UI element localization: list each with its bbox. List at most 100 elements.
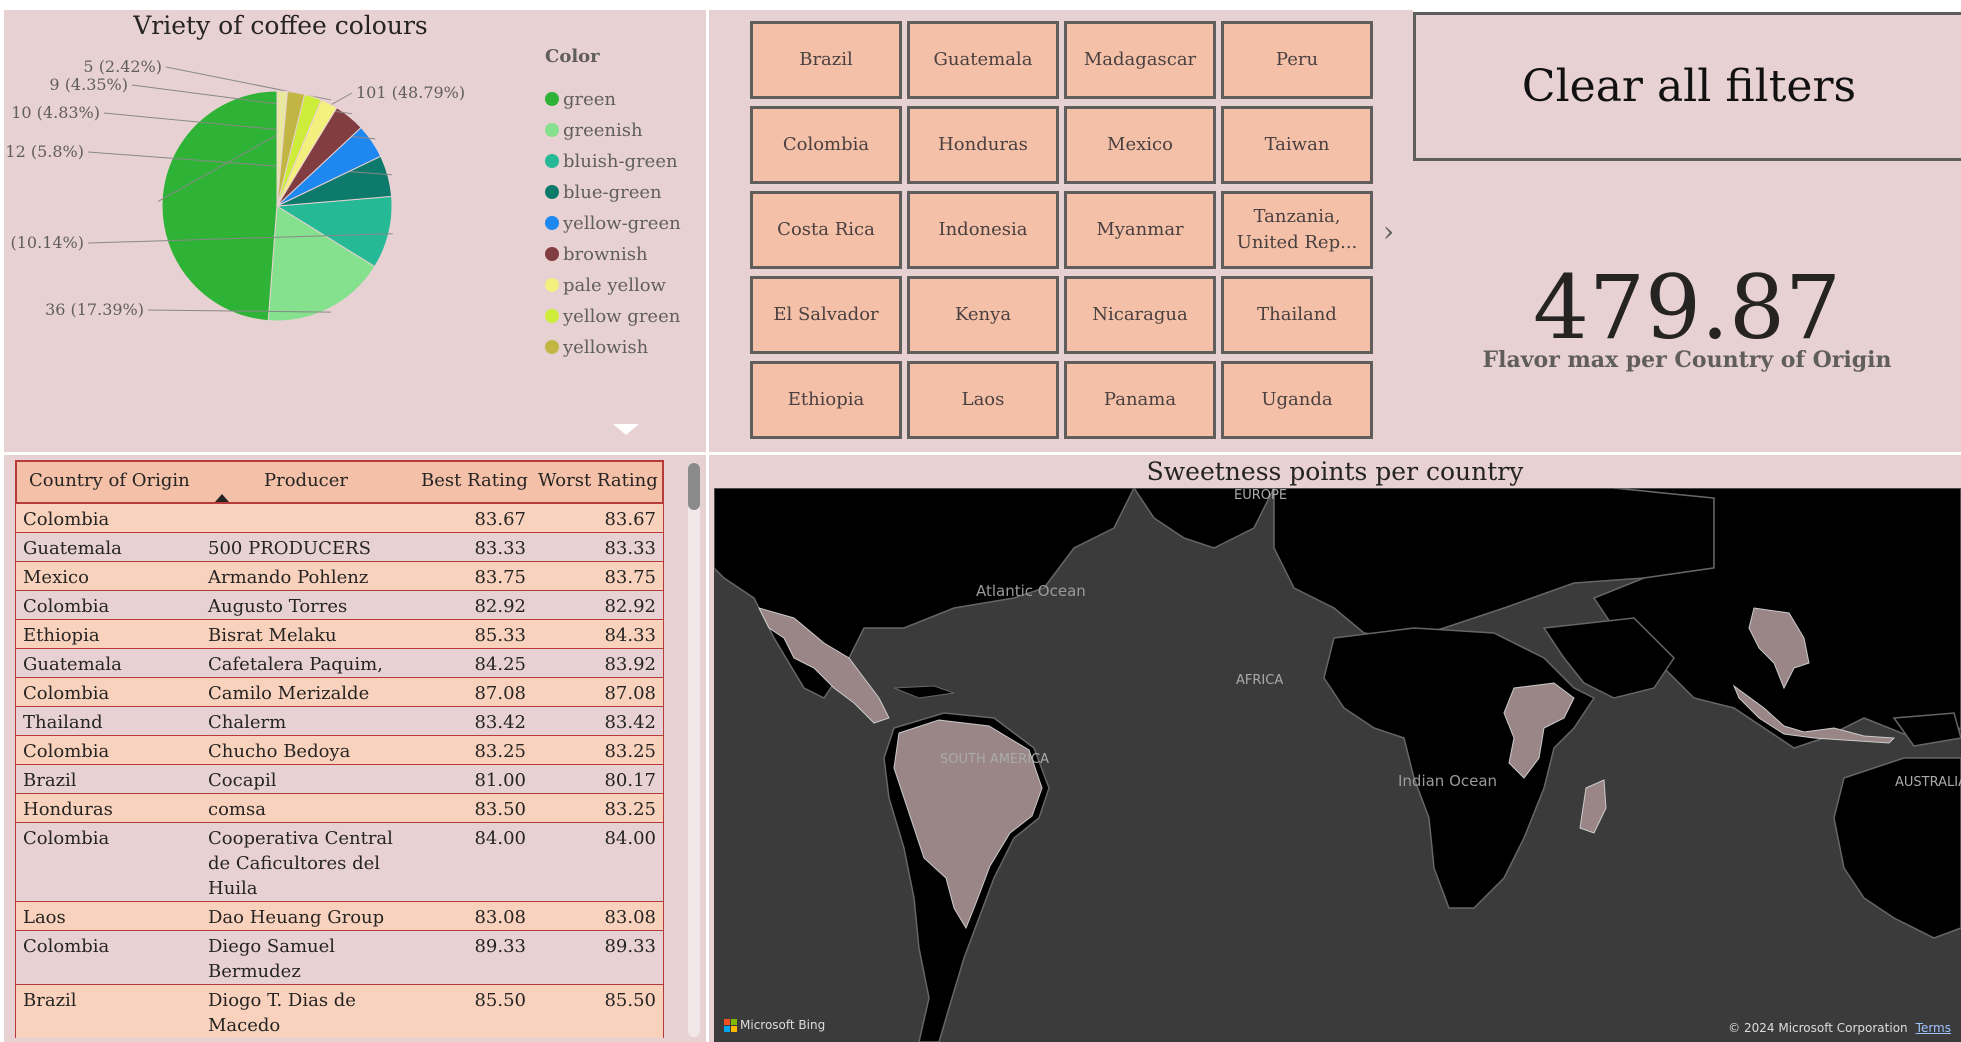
terms-link[interactable]: Terms xyxy=(1916,1021,1951,1035)
cell-best: 82.92 xyxy=(474,596,526,617)
pie-slice-green[interactable] xyxy=(161,90,278,322)
cell-country: Colombia xyxy=(23,596,110,617)
table-row[interactable]: Colombia Cooperativa Central de Caficulto… xyxy=(15,823,664,902)
slicer-item-kenya[interactable]: Kenya xyxy=(907,276,1059,354)
legend-dot-icon xyxy=(545,123,559,137)
clear-all-filters-button[interactable]: Clear all filters xyxy=(1413,12,1961,161)
slicer-item-costa-rica[interactable]: Costa Rica xyxy=(750,191,902,269)
legend-label: yellowish xyxy=(563,336,649,358)
cell-country: Brazil xyxy=(23,770,77,791)
table-row[interactable]: Thailand Chalerm 83.42 83.42 xyxy=(15,707,664,736)
ratings-table-panel: Country of Origin Producer Best Rating W… xyxy=(4,455,706,1042)
cell-worst: 83.75 xyxy=(604,567,656,588)
slicer-item-honduras[interactable]: Honduras xyxy=(907,106,1059,184)
slicer-item-nicaragua[interactable]: Nicaragua xyxy=(1064,276,1216,354)
legend-item[interactable]: blue-green xyxy=(545,177,662,207)
map-title: Sweetness points per country xyxy=(1146,457,1524,486)
cell-best: 89.33 xyxy=(474,936,526,957)
cell-best: 83.08 xyxy=(474,907,526,928)
table-row[interactable]: Colombia Augusto Torres 82.92 82.92 xyxy=(15,591,664,620)
cell-best: 83.67 xyxy=(474,509,526,530)
legend-item[interactable]: bluish-green xyxy=(545,146,678,176)
slicer-item-brazil[interactable]: Brazil xyxy=(750,21,902,99)
chevron-right-icon[interactable]: › xyxy=(1383,215,1394,248)
table-row[interactable]: Guatemala 500 PRODUCERS 83.33 83.33 xyxy=(15,533,664,562)
header-producer[interactable]: Producer xyxy=(264,470,348,491)
cell-producer: 500 PRODUCERS xyxy=(208,538,371,559)
table-row[interactable]: Colombia Chucho Bedoya 83.25 83.25 xyxy=(15,736,664,765)
table-row[interactable]: Mexico Armando Pohlenz 83.75 83.75 xyxy=(15,562,664,591)
cell-producer: Chucho Bedoya xyxy=(208,741,351,762)
slicer-item-peru[interactable]: Peru xyxy=(1221,21,1373,99)
legend-title: Color xyxy=(545,46,600,67)
slicer-item-guatemala[interactable]: Guatemala xyxy=(907,21,1059,99)
cell-worst: 87.08 xyxy=(604,683,656,704)
pie-data-label: 5 (2.42%) xyxy=(83,57,162,76)
table-scrollbar-thumb[interactable] xyxy=(688,463,700,510)
legend-item[interactable]: green xyxy=(545,84,616,114)
cell-best: 83.75 xyxy=(474,567,526,588)
pie-data-label: 12 (5.8%) xyxy=(5,142,84,161)
slicer-item-tanzania-united-rep-[interactable]: Tanzania, United Rep... xyxy=(1221,191,1373,269)
sort-ascending-icon[interactable] xyxy=(215,494,229,502)
slicer-item-mexico[interactable]: Mexico xyxy=(1064,106,1216,184)
map-panel: Sweetness points per country EUROPE Atla… xyxy=(709,455,1961,1042)
table-row[interactable]: Colombia Camilo Merizalde 87.08 87.08 xyxy=(15,678,664,707)
ratings-table: Country of Origin Producer Best Rating W… xyxy=(15,460,664,1038)
table-row[interactable]: Brazil Cocapil 81.00 80.17 xyxy=(15,765,664,794)
cell-country: Brazil xyxy=(23,990,77,1011)
table-row[interactable]: Laos Dao Heuang Group 83.08 83.08 xyxy=(15,902,664,931)
slicer-item-ethiopia[interactable]: Ethiopia xyxy=(750,361,902,439)
legend-dot-icon xyxy=(545,216,559,230)
pie-chart[interactable]: 101 (48.79%) 36 (17.39%) 21 (10.14%) 12 (5.… xyxy=(4,40,544,450)
slicer-item-laos[interactable]: Laos xyxy=(907,361,1059,439)
slicer-item-panama[interactable]: Panama xyxy=(1064,361,1216,439)
table-row[interactable]: Ethiopia Bisrat Melaku 85.33 84.33 xyxy=(15,620,664,649)
legend-item[interactable]: yellowish xyxy=(545,332,648,362)
kpi-card: 479.87 Flavor max per Country of Origin xyxy=(1413,161,1961,452)
slicer-item-indonesia[interactable]: Indonesia xyxy=(907,191,1059,269)
bing-label: Microsoft Bing xyxy=(740,1018,826,1032)
sweetness-map[interactable]: EUROPE Atlantic Ocean AFRICA SOUTH AMERI… xyxy=(714,488,1961,1042)
cell-best: 84.25 xyxy=(474,654,526,675)
country-slicer: Brazil Guatemala Madagascar Peru Colombia Hon… xyxy=(709,10,1413,452)
slicer-item-uganda[interactable]: Uganda xyxy=(1221,361,1373,439)
legend-label: greenish xyxy=(563,119,643,141)
cell-worst: 89.33 xyxy=(604,936,656,957)
slicer-item-el-salvador[interactable]: El Salvador xyxy=(750,276,902,354)
cell-worst: 83.67 xyxy=(604,509,656,530)
table-row[interactable]: Brazil Diogo T. Dias de Macedo 85.50 85.50 xyxy=(15,985,664,1038)
cell-best: 83.25 xyxy=(474,741,526,762)
header-country[interactable]: Country of Origin xyxy=(29,470,190,491)
legend-item[interactable]: yellow green xyxy=(545,301,680,331)
kpi-label: Flavor max per Country of Origin xyxy=(1482,347,1892,373)
table-row[interactable]: Colombia Diego Samuel Bermudez 89.33 89.33 xyxy=(15,931,664,985)
slicer-item-thailand[interactable]: Thailand xyxy=(1221,276,1373,354)
slicer-item-colombia[interactable]: Colombia xyxy=(750,106,902,184)
pie-data-label: 21 (10.14%) xyxy=(4,233,84,252)
table-scrollbar[interactable] xyxy=(688,463,700,1037)
slicer-item-madagascar[interactable]: Madagascar xyxy=(1064,21,1216,99)
header-worst-rating[interactable]: Worst Rating xyxy=(538,470,658,491)
legend-item[interactable]: brownish xyxy=(545,239,648,269)
legend-item[interactable]: greenish xyxy=(545,115,643,145)
slicer-item-myanmar[interactable]: Myanmar xyxy=(1064,191,1216,269)
cell-country: Guatemala xyxy=(23,654,122,675)
pie-data-label: 9 (4.35%) xyxy=(49,75,128,94)
cell-best: 85.50 xyxy=(474,990,526,1011)
table-row[interactable]: Honduras comsa 83.50 83.25 xyxy=(15,794,664,823)
header-best-rating[interactable]: Best Rating xyxy=(421,470,528,491)
legend-item[interactable]: pale yellow xyxy=(545,270,666,300)
legend-label: yellow green xyxy=(563,305,681,327)
cell-worst: 83.25 xyxy=(604,799,656,820)
legend-item[interactable]: yellow-green xyxy=(545,208,681,238)
legend-scroll-down-icon[interactable] xyxy=(613,424,639,435)
table-row[interactable]: Guatemala Cafetalera Paquim, 84.25 83.92 xyxy=(15,649,664,678)
cell-country: Thailand xyxy=(23,712,103,733)
pie-data-label: 101 (48.79%) xyxy=(356,83,465,102)
table-row[interactable]: Colombia 83.67 83.67 xyxy=(15,504,664,533)
cell-best: 81.00 xyxy=(474,770,526,791)
map-label-africa: AFRICA xyxy=(1236,673,1284,688)
copyright-text: © 2024 Microsoft Corporation xyxy=(1728,1021,1908,1035)
slicer-item-taiwan[interactable]: Taiwan xyxy=(1221,106,1373,184)
